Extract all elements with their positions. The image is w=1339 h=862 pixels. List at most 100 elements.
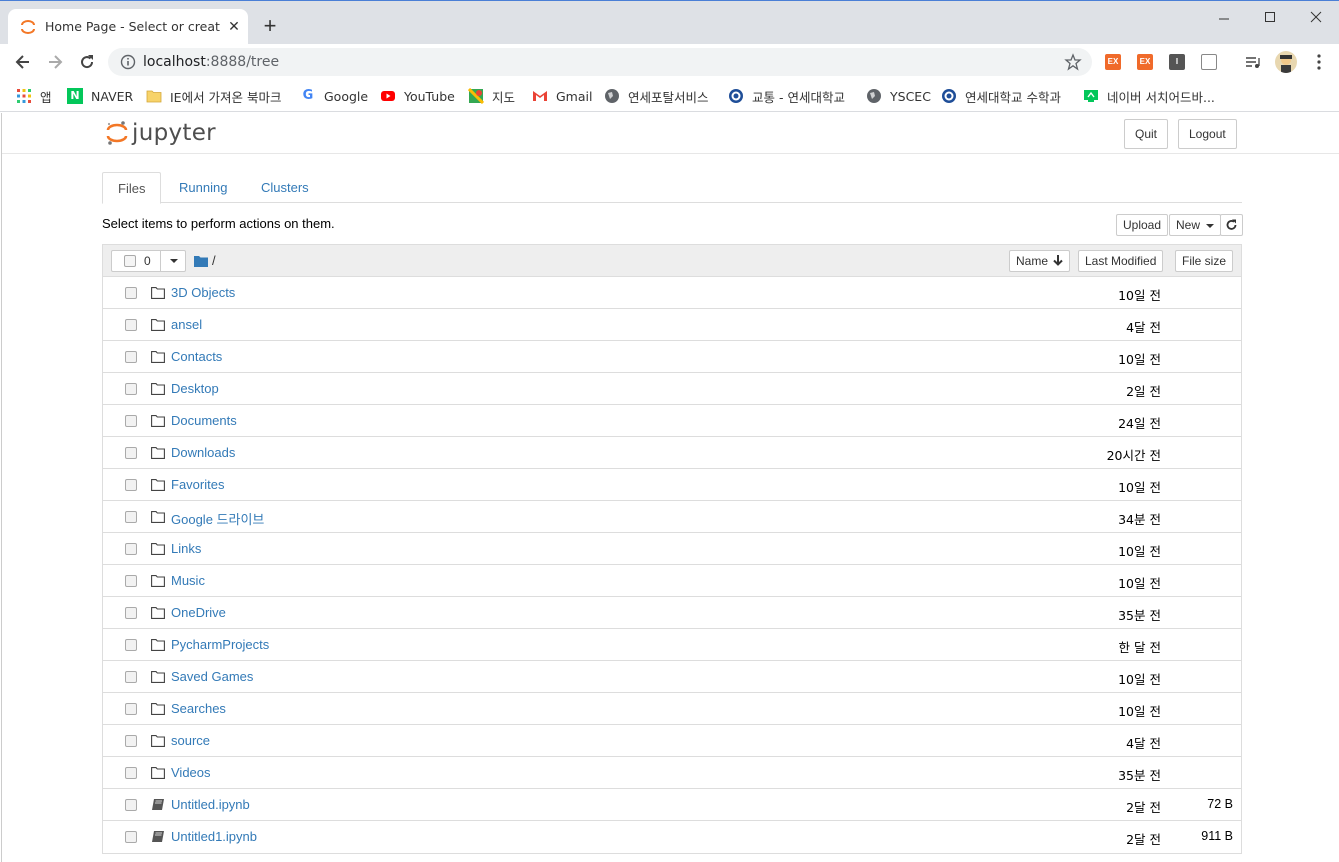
item-checkbox[interactable] <box>125 671 137 683</box>
item-checkbox[interactable] <box>125 319 137 331</box>
file-list-item[interactable]: Desktop 2일 전 <box>103 373 1241 405</box>
bookmark-youtube[interactable]: YouTube <box>380 86 455 106</box>
file-list-item[interactable]: Untitled.ipynb 2달 전 72 B <box>103 789 1241 821</box>
bookmark-naver-advisor[interactable]: 네이버 서치어드바... <box>1083 86 1215 106</box>
file-list-item[interactable]: Saved Games 10일 전 <box>103 661 1241 693</box>
item-checkbox[interactable] <box>125 767 137 779</box>
item-name-link[interactable]: Untitled.ipynb <box>171 797 250 812</box>
new-tab-button[interactable]: + <box>258 15 282 39</box>
item-checkbox[interactable] <box>125 351 137 363</box>
item-checkbox[interactable] <box>125 607 137 619</box>
bookmark-star-icon[interactable] <box>1064 53 1082 71</box>
item-name-link[interactable]: OneDrive <box>171 605 226 620</box>
close-window-button[interactable] <box>1293 5 1339 29</box>
menu-kebab-icon[interactable] <box>1309 52 1329 72</box>
breadcrumb[interactable]: / <box>194 253 216 268</box>
quit-button[interactable]: Quit <box>1124 119 1169 149</box>
item-checkbox[interactable] <box>125 575 137 587</box>
item-name-link[interactable]: Favorites <box>171 477 224 492</box>
item-name-link[interactable]: source <box>171 733 210 748</box>
item-name-link[interactable]: Downloads <box>171 445 235 460</box>
file-list-item[interactable]: ansel 4달 전 <box>103 309 1241 341</box>
bookmark-ie-folder[interactable]: IE에서 가져온 북마크 <box>146 86 282 106</box>
back-button[interactable] <box>13 52 33 72</box>
bookmark-yonsei-portal[interactable]: 연세포탈서비스 <box>604 86 709 106</box>
item-name-link[interactable]: 3D Objects <box>171 285 235 300</box>
select-all-dropdown[interactable]: 0 <box>111 250 186 272</box>
bookmark-yonsei-traffic[interactable]: 교통 - 연세대학교 <box>728 86 845 106</box>
info-icon[interactable] <box>120 54 136 70</box>
file-list-item[interactable]: PycharmProjects 한 달 전 <box>103 629 1241 661</box>
bookmark-maps[interactable]: 지도 <box>468 86 515 106</box>
sort-modified-button[interactable]: Last Modified <box>1078 250 1164 272</box>
file-list-item[interactable]: Google 드라이브 34분 전 <box>103 501 1241 533</box>
bookmark-google[interactable]: G Google <box>300 86 368 106</box>
bookmark-gmail[interactable]: Gmail <box>532 86 592 106</box>
item-checkbox[interactable] <box>125 447 137 459</box>
item-name-link[interactable]: Saved Games <box>171 669 253 684</box>
item-name-link[interactable]: Untitled1.ipynb <box>171 829 257 844</box>
cast-icon[interactable] <box>1201 54 1217 70</box>
refresh-button[interactable] <box>1220 214 1243 236</box>
sort-size-button[interactable]: File size <box>1175 250 1234 272</box>
item-name-link[interactable]: ansel <box>171 317 202 332</box>
select-all-checkbox[interactable] <box>124 255 136 267</box>
bookmark-yonsei-math[interactable]: 연세대학교 수학과 <box>941 86 1061 106</box>
tab-close-icon[interactable]: ✕ <box>226 18 242 34</box>
tab-running[interactable]: Running <box>164 172 242 203</box>
extension-ex-icon[interactable]: EX <box>1105 54 1121 70</box>
item-name-link[interactable]: Videos <box>171 765 211 780</box>
file-list-item[interactable]: Favorites 10일 전 <box>103 469 1241 501</box>
item-name-link[interactable]: Contacts <box>171 349 222 364</box>
item-name-link[interactable]: PycharmProjects <box>171 637 269 652</box>
item-checkbox[interactable] <box>125 799 137 811</box>
item-checkbox[interactable] <box>125 735 137 747</box>
tab-clusters[interactable]: Clusters <box>246 172 324 203</box>
file-list-item[interactable]: Videos 35분 전 <box>103 757 1241 789</box>
item-checkbox[interactable] <box>125 703 137 715</box>
minimize-button[interactable] <box>1201 5 1247 29</box>
jupyter-logo[interactable]: jupyter <box>106 118 216 148</box>
profile-avatar[interactable] <box>1275 51 1297 73</box>
reload-button[interactable] <box>77 52 97 72</box>
new-dropdown-button[interactable]: New <box>1169 214 1222 236</box>
file-list-item[interactable]: Music 10일 전 <box>103 565 1241 597</box>
item-name-link[interactable]: Desktop <box>171 381 219 396</box>
item-checkbox[interactable] <box>125 511 137 523</box>
item-name-link[interactable]: Documents <box>171 413 237 428</box>
file-list-item[interactable]: Documents 24일 전 <box>103 405 1241 437</box>
sort-name-button[interactable]: Name <box>1009 250 1071 272</box>
file-list-item[interactable]: Untitled1.ipynb 2달 전 911 B <box>103 821 1241 853</box>
media-playlist-icon[interactable] <box>1245 54 1261 70</box>
forward-button[interactable] <box>45 52 65 72</box>
bookmark-naver[interactable]: N NAVER <box>67 86 133 106</box>
file-list-item[interactable]: source 4달 전 <box>103 725 1241 757</box>
item-checkbox[interactable] <box>125 831 137 843</box>
file-list-item[interactable]: Links 10일 전 <box>103 533 1241 565</box>
address-bar[interactable]: localhost:8888/tree <box>108 48 1092 76</box>
item-name-link[interactable]: Searches <box>171 701 226 716</box>
tab-files[interactable]: Files <box>102 172 162 204</box>
item-checkbox[interactable] <box>125 639 137 651</box>
breadcrumb-root[interactable]: / <box>212 253 216 268</box>
bookmark-apps[interactable]: 앱 <box>16 86 52 106</box>
item-checkbox[interactable] <box>125 479 137 491</box>
file-list-item[interactable]: Searches 10일 전 <box>103 693 1241 725</box>
maximize-button[interactable] <box>1247 5 1293 29</box>
logout-button[interactable]: Logout <box>1178 119 1237 149</box>
item-checkbox[interactable] <box>125 383 137 395</box>
caret-down-icon[interactable] <box>170 259 178 263</box>
upload-button[interactable]: Upload <box>1116 214 1169 236</box>
extension-i-icon[interactable]: I <box>1169 54 1185 70</box>
item-name-link[interactable]: Music <box>171 573 205 588</box>
bookmark-yscec[interactable]: YSCEC <box>866 86 931 106</box>
file-list-item[interactable]: 3D Objects 10일 전 <box>103 277 1241 309</box>
file-list-item[interactable]: Downloads 20시간 전 <box>103 437 1241 469</box>
file-list-item[interactable]: OneDrive 35분 전 <box>103 597 1241 629</box>
item-checkbox[interactable] <box>125 543 137 555</box>
extension-ex-icon[interactable]: EX <box>1137 54 1153 70</box>
item-name-link[interactable]: Links <box>171 541 201 556</box>
item-name-link[interactable]: Google 드라이브 <box>171 509 264 528</box>
item-checkbox[interactable] <box>125 287 137 299</box>
file-list-item[interactable]: Contacts 10일 전 <box>103 341 1241 373</box>
